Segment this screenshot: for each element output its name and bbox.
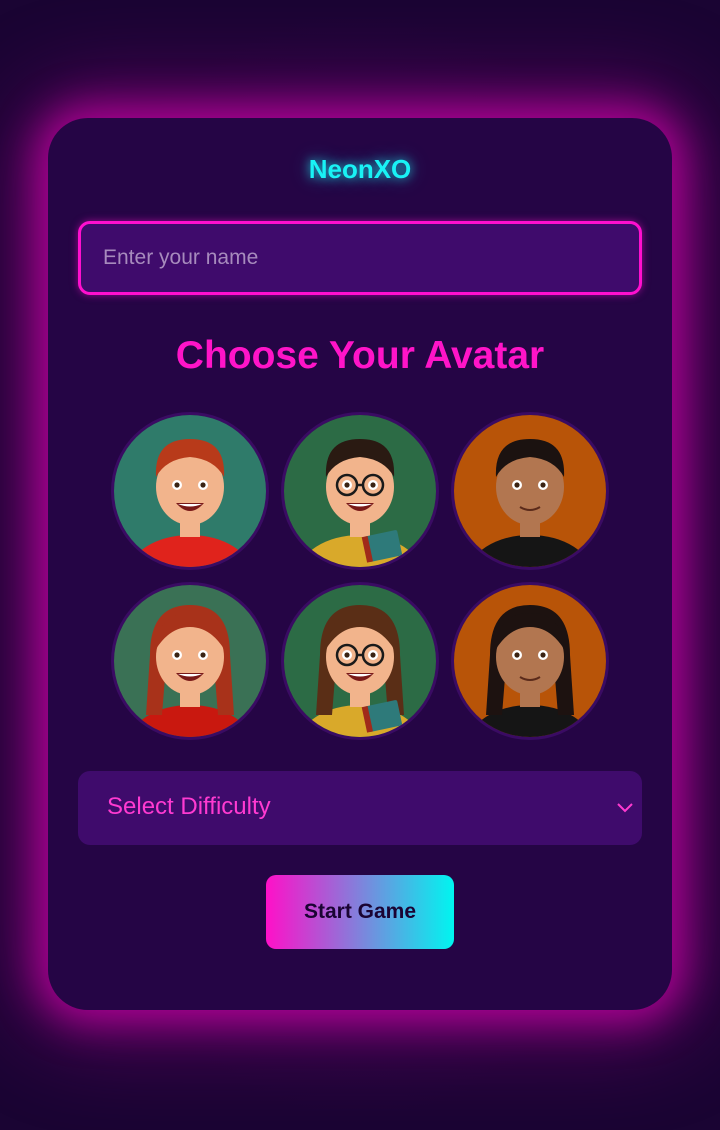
avatar-portrait-icon [284,415,436,567]
avatar-portrait-icon [454,585,606,737]
avatar-portrait-icon [114,415,266,567]
avatar-portrait-icon [454,415,606,567]
avatar-option[interactable] [114,415,266,567]
chevron-down-icon [617,803,633,813]
setup-card: NeonXO Choose Your Avatar [48,118,672,1010]
avatar-portrait-icon [114,585,266,737]
difficulty-select[interactable]: Select Difficulty [78,771,642,845]
name-input[interactable] [78,221,642,295]
app-title: NeonXO [308,154,412,184]
avatar-option[interactable] [284,585,436,737]
avatar-option[interactable] [454,415,606,567]
avatar-option[interactable] [284,415,436,567]
avatar-grid [114,415,606,737]
avatar-portrait-icon [284,585,436,737]
page-background: NeonXO Choose Your Avatar [0,0,720,1130]
avatar-option[interactable] [114,585,266,737]
difficulty-select-label: Select Difficulty [107,793,271,820]
avatar-option[interactable] [454,585,606,737]
avatar-heading: Choose Your Avatar [175,334,545,377]
start-game-button[interactable]: Start Game [266,875,454,949]
